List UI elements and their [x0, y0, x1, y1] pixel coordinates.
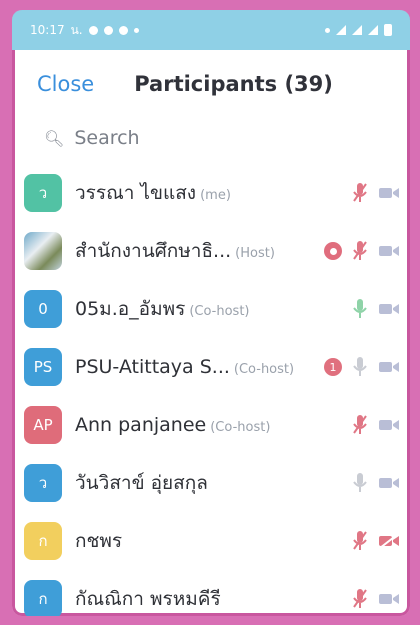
video-icon[interactable]: [378, 185, 400, 201]
participant-status-icons: [352, 181, 410, 205]
video-off-icon[interactable]: [378, 533, 400, 549]
alarm-icon: [325, 27, 330, 33]
participant-status-icons: [352, 587, 410, 611]
video-icon[interactable]: [378, 301, 400, 317]
participant-status-icons: [324, 239, 410, 263]
participant-name: วันวิสาข์ อุ่ยสกุล: [75, 472, 208, 494]
battery-icon: [384, 24, 392, 36]
avatar: ว: [24, 464, 62, 502]
page-title: Participants (39): [134, 72, 333, 96]
video-icon[interactable]: [378, 591, 400, 607]
search-input[interactable]: 🔍︎ Search: [30, 118, 392, 158]
participant-row[interactable]: ก กชพร: [12, 512, 410, 570]
avatar: ก: [24, 522, 62, 560]
participant-name: กชพร: [75, 530, 123, 552]
avatar: AP: [24, 406, 62, 444]
muted-mic-icon[interactable]: [352, 239, 368, 263]
participant-status-icons: [352, 413, 410, 437]
video-icon[interactable]: [378, 243, 400, 259]
video-icon[interactable]: [378, 359, 400, 375]
search-placeholder: Search: [74, 127, 140, 149]
participant-name-wrap: 05ม.อ_อัมพร (Co-host): [75, 294, 352, 324]
participant-name: กัณณิกา พรหมคีรี: [75, 588, 221, 610]
mic-icon[interactable]: [352, 355, 368, 379]
participant-status-icons: [352, 471, 410, 495]
participant-name: PSU-Atittaya S...: [75, 356, 230, 378]
notification-dot-icon: [133, 27, 139, 33]
participant-role: (Co-host): [233, 362, 295, 377]
mic-icon[interactable]: [352, 297, 368, 321]
avatar: PS: [24, 348, 62, 386]
participant-name-wrap: วันวิสาข์ อุ่ยสกุล: [75, 468, 352, 498]
participant-role: (me): [200, 188, 231, 203]
participant-role: (Host): [235, 246, 275, 261]
participant-name: 05ม.อ_อัมพร: [75, 298, 186, 320]
muted-mic-icon[interactable]: [352, 529, 368, 553]
messenger-icon: [88, 25, 98, 35]
participant-name-wrap: วรรณา ไขแสง (me): [75, 178, 352, 208]
participant-row[interactable]: สำนักงานศึกษาธิ... (Host): [12, 222, 410, 280]
status-bar: 10:17 น.: [12, 10, 410, 50]
participant-name: Ann panjanee: [75, 414, 207, 436]
participant-name-wrap: กัณณิกา พรหมคีรี: [75, 584, 352, 614]
participant-row[interactable]: PS PSU-Atittaya S... (Co-host) 1: [12, 338, 410, 396]
participant-role: (Co-host): [210, 420, 271, 435]
avatar: 0: [24, 290, 62, 328]
avatar: [24, 232, 62, 270]
wifi-status-icon: [118, 25, 128, 35]
muted-mic-icon[interactable]: [352, 413, 368, 437]
participant-name: สำนักงานศึกษาธิ...: [75, 240, 232, 262]
participant-name-wrap: Ann panjanee (Co-host): [75, 414, 352, 436]
muted-mic-icon[interactable]: [352, 181, 368, 205]
participant-name-wrap: สำนักงานศึกษาธิ... (Host): [75, 236, 324, 266]
header: Close Participants (39): [12, 50, 410, 118]
search-icon: 🔍︎: [44, 128, 65, 148]
close-button[interactable]: Close: [37, 72, 94, 96]
signal-icon-2: [368, 25, 378, 35]
participant-list: ว วรรณา ไขแสง (me) สำนักงานศึกษาธิ... (Host)…: [12, 164, 410, 616]
signal-icon: [352, 25, 362, 35]
muted-mic-icon[interactable]: [352, 587, 368, 611]
participant-row[interactable]: AP Ann panjanee (Co-host): [12, 396, 410, 454]
hand-raise-count-badge: 1: [324, 358, 342, 376]
avatar: ก: [24, 580, 62, 616]
zoom-participants-screen: 10:17 น. Close Participants (39) 🔍︎ Sear…: [12, 10, 410, 616]
status-carrier: น.: [70, 22, 83, 37]
participant-status-icons: [352, 297, 410, 321]
participant-row[interactable]: 0 05ม.อ_อัมพร (Co-host): [12, 280, 410, 338]
participant-name: วรรณา ไขแสง: [75, 182, 197, 204]
participant-name-wrap: PSU-Atittaya S... (Co-host): [75, 356, 324, 378]
participant-row[interactable]: ว วันวิสาข์ อุ่ยสกุล: [12, 454, 410, 512]
video-icon[interactable]: [378, 475, 400, 491]
participant-row[interactable]: ว วรรณา ไขแสง (me): [12, 164, 410, 222]
participant-status-icons: [352, 529, 410, 553]
status-time: 10:17: [30, 23, 65, 37]
participant-status-icons: 1: [324, 355, 410, 379]
participant-role: (Co-host): [189, 304, 250, 319]
avatar: ว: [24, 174, 62, 212]
participant-name-wrap: กชพร: [75, 526, 352, 556]
app-icon: [103, 25, 113, 35]
record-icon: [324, 242, 342, 260]
participant-row[interactable]: ก กัณณิกา พรหมคีรี: [12, 570, 410, 616]
wifi-icon: [336, 25, 346, 35]
mic-icon[interactable]: [352, 471, 368, 495]
video-icon[interactable]: [378, 417, 400, 433]
